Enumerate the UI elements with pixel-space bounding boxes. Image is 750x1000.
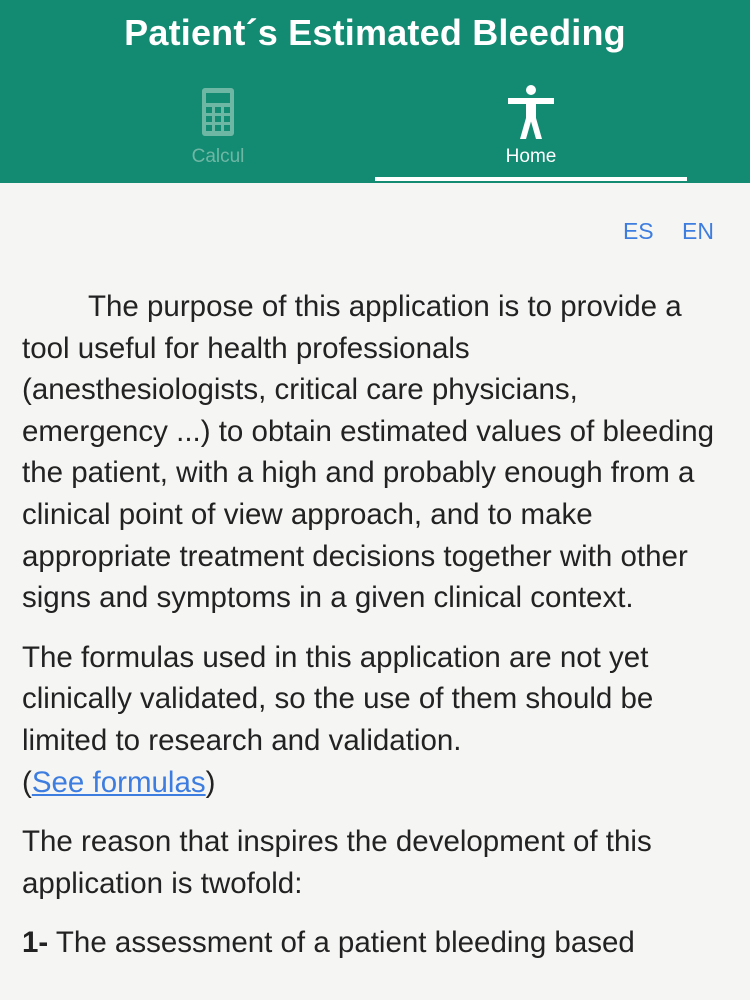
- tab-bar: Calcul Home: [0, 84, 750, 183]
- see-formulas-link[interactable]: See formulas: [32, 766, 206, 799]
- list-item-1: 1- The assessment of a patient bleeding …: [22, 922, 722, 964]
- accessibility-person-icon: [508, 85, 554, 139]
- home-text: The purpose of this application is to pr…: [22, 286, 722, 982]
- formulas-text: The formulas used in this application ar…: [22, 640, 654, 757]
- paren-open: (: [22, 765, 32, 799]
- paren-close: ): [205, 765, 216, 799]
- list-item-1-text: The assessment of a patient bleeding bas…: [48, 926, 635, 960]
- reason-paragraph: The reason that inspires the development…: [22, 825, 652, 900]
- app-header: Patient´s Estimated Bleeding Calcul Home: [0, 0, 750, 183]
- main-content[interactable]: ES EN The purpose of this application is…: [0, 183, 750, 1000]
- calculator-icon: [202, 88, 234, 136]
- app-root: Patient´s Estimated Bleeding Calcul Home…: [0, 0, 750, 1000]
- language-es-button[interactable]: ES: [623, 218, 654, 244]
- active-tab-indicator: [375, 177, 687, 181]
- formulas-paragraph: The formulas used in this application ar…: [22, 637, 722, 803]
- list-item-1-number: 1-: [22, 926, 49, 960]
- tab-home[interactable]: Home: [375, 84, 687, 183]
- tab-home-label: Home: [505, 146, 557, 167]
- page-title: Patient´s Estimated Bleeding: [124, 12, 626, 53]
- purpose-paragraph: The purpose of this application is to pr…: [22, 290, 715, 615]
- tab-calcul-label: Calcul: [191, 146, 245, 167]
- tab-calcul[interactable]: Calcul: [62, 84, 374, 183]
- language-en-button[interactable]: EN: [682, 218, 714, 244]
- language-switcher: ES EN: [601, 218, 714, 245]
